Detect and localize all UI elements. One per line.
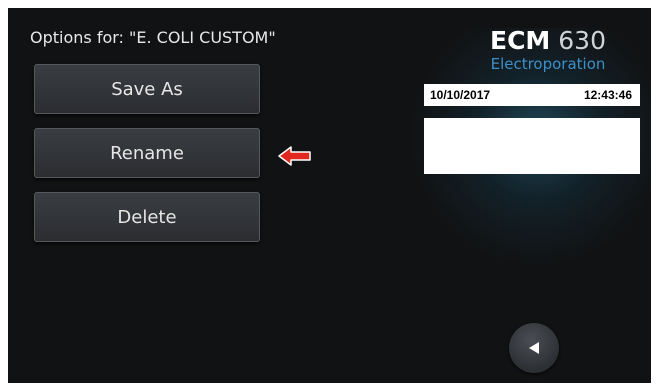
options-title: Options for: "E. COLI CUSTOM" bbox=[30, 28, 276, 47]
save-as-button[interactable]: Save As bbox=[34, 64, 260, 114]
message-box bbox=[424, 118, 640, 174]
brand-logo: ECM 630 bbox=[458, 26, 638, 55]
brand-model-number: 630 bbox=[558, 26, 606, 55]
time-display: 12:43:46 bbox=[583, 88, 632, 102]
date-time-bar: 10/10/2017 12:43:46 bbox=[424, 84, 640, 106]
left-arrow-icon bbox=[278, 146, 311, 166]
brand-model-name: ECM bbox=[490, 26, 551, 55]
brand-subtitle: Electroporation bbox=[490, 55, 606, 73]
date-display: 10/10/2017 bbox=[430, 88, 491, 102]
triangle-left-icon bbox=[529, 342, 539, 354]
rename-button[interactable]: Rename bbox=[34, 128, 260, 178]
device-screen: Options for: "E. COLI CUSTOM" Save As Re… bbox=[8, 8, 651, 383]
back-button[interactable] bbox=[509, 323, 559, 373]
delete-button[interactable]: Delete bbox=[34, 192, 260, 242]
